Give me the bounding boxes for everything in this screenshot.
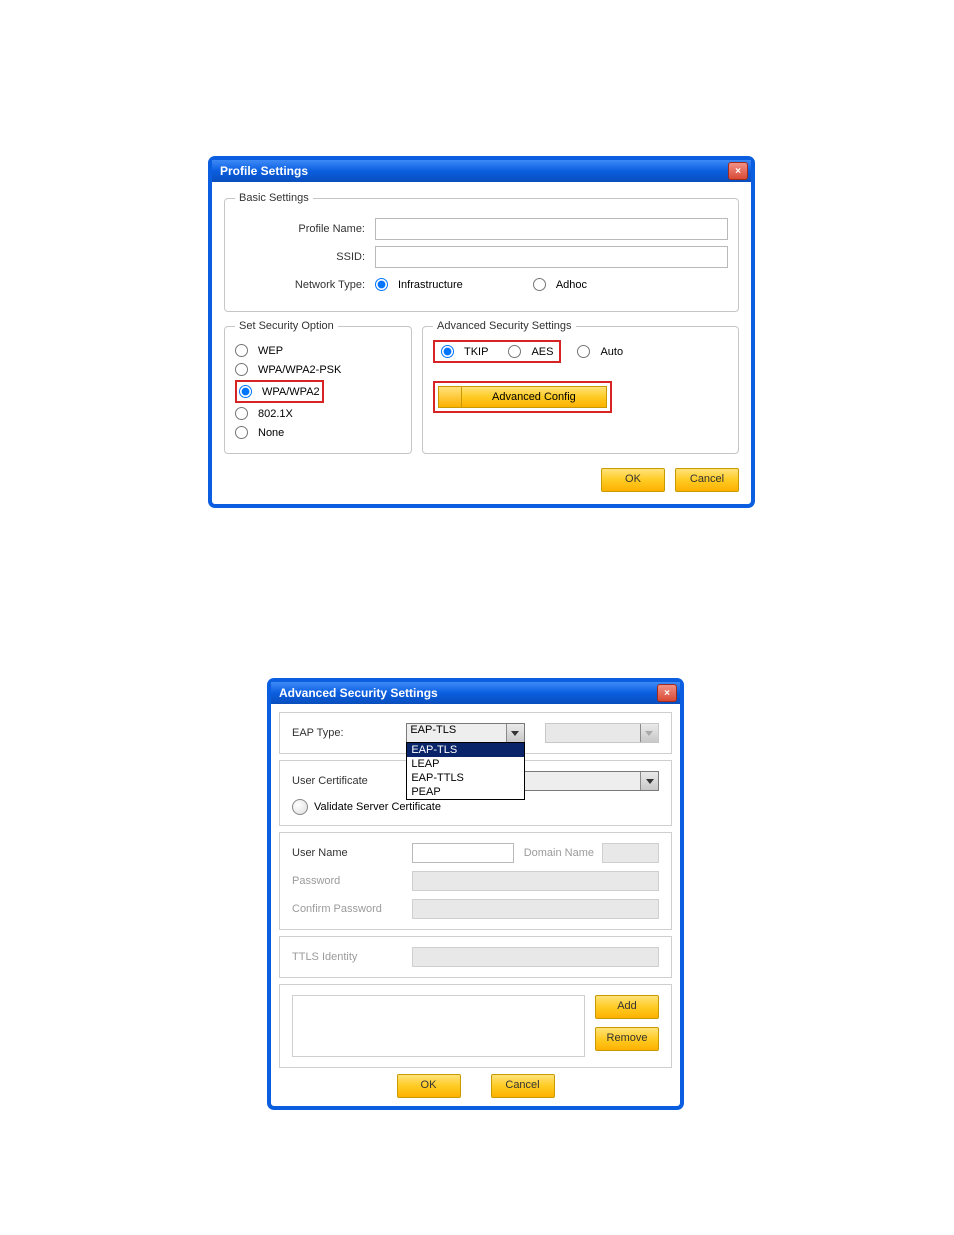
radio-auto[interactable]: Auto: [577, 343, 623, 360]
close-icon[interactable]: ×: [657, 684, 677, 702]
close-icon[interactable]: ×: [728, 162, 748, 180]
option-peap[interactable]: PEAP: [407, 785, 523, 799]
profile-name-input[interactable]: [375, 218, 728, 240]
user-name-input[interactable]: [412, 843, 514, 863]
network-type-label: Network Type:: [235, 279, 375, 291]
profile-name-label: Profile Name:: [235, 223, 375, 235]
ssid-label: SSID:: [235, 251, 375, 263]
password-label: Password: [292, 875, 412, 887]
ok-button[interactable]: OK: [397, 1074, 461, 1098]
highlight-advanced-config: Advanced Config: [433, 381, 612, 413]
validate-server-toggle[interactable]: [292, 799, 308, 815]
advanced-security-dialog: Advanced Security Settings × EAP Type: E…: [268, 679, 683, 1109]
user-name-label: User Name: [292, 847, 412, 859]
eap-type-label: EAP Type:: [292, 727, 406, 739]
radio-infrastructure[interactable]: Infrastructure: [375, 276, 463, 293]
basic-settings-legend: Basic Settings: [235, 192, 313, 204]
eap-type-section: EAP Type: EAP-TLS EAP-TLS LEAP EAP-TTLS …: [279, 712, 672, 754]
radio-wpa-psk[interactable]: WPA/WPA2-PSK: [235, 361, 401, 378]
validate-server-label: Validate Server Certificate: [314, 801, 441, 813]
credentials-section: User Name Domain Name Password Confirm P…: [279, 832, 672, 930]
radio-adhoc[interactable]: Adhoc: [533, 276, 587, 293]
option-leap[interactable]: LEAP: [407, 757, 523, 771]
ttls-identity-input: [412, 947, 659, 967]
radio-tkip[interactable]: TKIP: [441, 343, 488, 360]
option-eap-ttls[interactable]: EAP-TTLS: [407, 771, 523, 785]
highlight-cipher: TKIP AES: [433, 340, 561, 363]
radio-none[interactable]: None: [235, 424, 401, 441]
domain-name-label: Domain Name: [514, 847, 602, 859]
ssid-input[interactable]: [375, 246, 728, 268]
chevron-down-icon: [640, 724, 658, 742]
option-eap-tls[interactable]: EAP-TLS: [407, 743, 523, 757]
confirm-password-input: [412, 899, 659, 919]
ok-button[interactable]: OK: [601, 468, 665, 492]
add-button[interactable]: Add: [595, 995, 659, 1019]
chevron-down-icon: [640, 772, 658, 790]
profile-settings-dialog: Profile Settings × Basic Settings Profil…: [209, 157, 754, 507]
ttls-section: TTLS Identity: [279, 936, 672, 978]
advanced-security-group: Advanced Security Settings TKIP AES Auto: [422, 320, 739, 454]
domain-name-input: [602, 843, 659, 863]
radio-8021x[interactable]: 802.1X: [235, 405, 401, 422]
eap-type-select[interactable]: EAP-TLS EAP-TLS LEAP EAP-TTLS PEAP: [406, 723, 524, 743]
titlebar[interactable]: Advanced Security Settings ×: [271, 682, 680, 704]
titlebar[interactable]: Profile Settings ×: [212, 160, 751, 182]
dialog-title: Advanced Security Settings: [279, 686, 438, 700]
radio-wpa[interactable]: WPA/WPA2: [239, 383, 320, 400]
highlight-wpa: WPA/WPA2: [235, 380, 324, 403]
eap-type-dropdown[interactable]: EAP-TLS LEAP EAP-TTLS PEAP: [406, 742, 524, 800]
certificate-list[interactable]: [292, 995, 585, 1057]
advanced-security-legend: Advanced Security Settings: [433, 320, 576, 332]
chevron-down-icon: [506, 724, 524, 742]
eap-subtype-select: [545, 723, 659, 743]
cancel-button[interactable]: Cancel: [675, 468, 739, 492]
radio-wep[interactable]: WEP: [235, 342, 401, 359]
cancel-button[interactable]: Cancel: [491, 1074, 555, 1098]
cert-list-section: Add Remove: [279, 984, 672, 1068]
radio-aes[interactable]: AES: [508, 343, 553, 360]
remove-button[interactable]: Remove: [595, 1027, 659, 1051]
user-certificate-label: User Certificate: [292, 775, 412, 787]
security-option-legend: Set Security Option: [235, 320, 338, 332]
basic-settings-group: Basic Settings Profile Name: SSID: Netwo…: [224, 192, 739, 312]
password-input: [412, 871, 659, 891]
confirm-password-label: Confirm Password: [292, 903, 412, 915]
advanced-config-button[interactable]: Advanced Config: [438, 386, 607, 408]
dialog-title: Profile Settings: [220, 164, 308, 178]
security-option-group: Set Security Option WEP WPA/WPA2-PSK WPA…: [224, 320, 412, 454]
ttls-identity-label: TTLS Identity: [292, 951, 412, 963]
